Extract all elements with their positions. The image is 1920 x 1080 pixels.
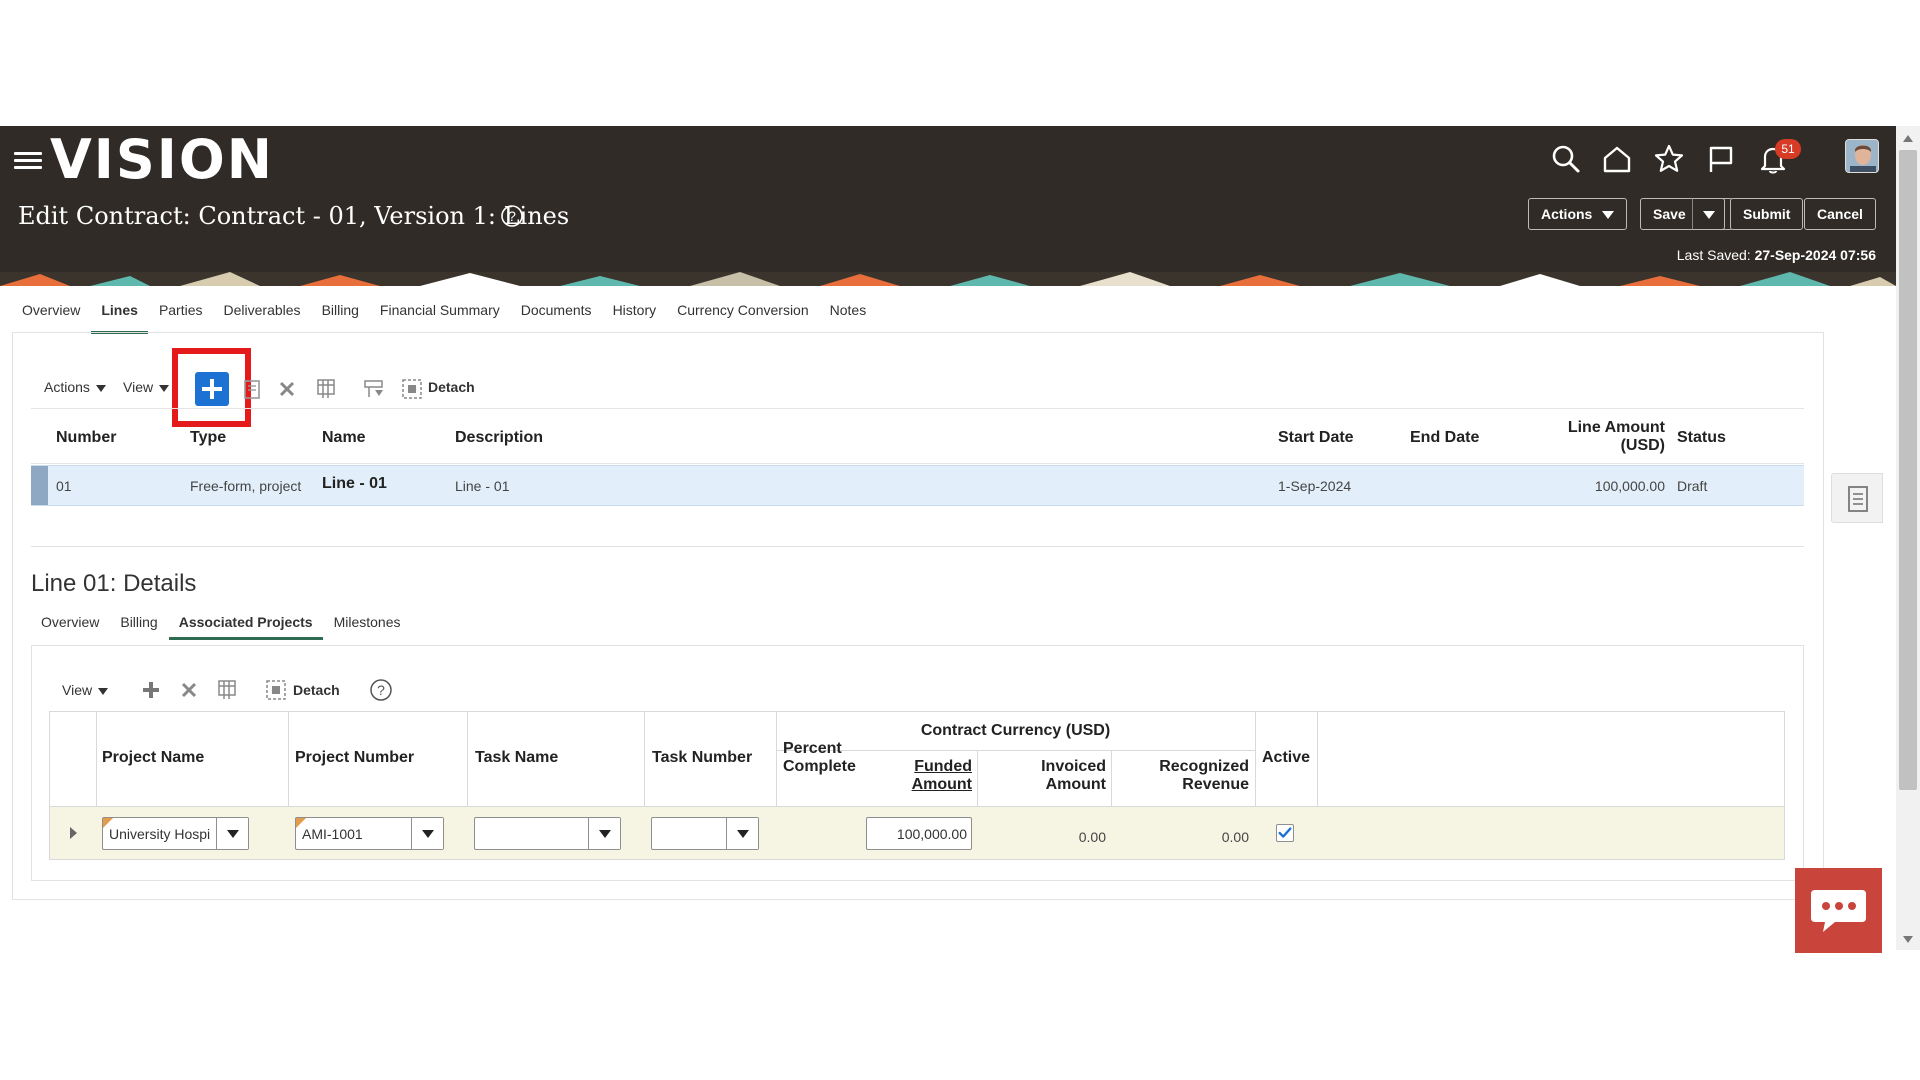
table-row[interactable]: University Hospi AMI-1001 100,000.00 0.0…: [50, 806, 1784, 859]
tab-parties[interactable]: Parties: [159, 300, 203, 330]
help-icon[interactable]: ?: [368, 677, 394, 703]
cell-line-amount: 100,000.00: [1594, 478, 1665, 494]
delete-project-icon[interactable]: [176, 677, 202, 703]
cell-invoiced-amount: 0.00: [1078, 829, 1106, 845]
add-project-icon[interactable]: [138, 677, 164, 703]
scrollbar-thumb[interactable]: [1899, 150, 1917, 790]
save-options-dropdown[interactable]: [1692, 198, 1725, 230]
freeze-columns-icon[interactable]: [214, 677, 240, 703]
col-task-number[interactable]: Task Number: [652, 749, 752, 767]
col-group-contract-currency: Contract Currency (USD): [920, 722, 1111, 739]
last-saved-status: Last Saved: 27-Sep-2024 07:56: [1676, 247, 1876, 263]
tab-billing[interactable]: Billing: [322, 300, 359, 330]
col-invoiced-amount[interactable]: Invoiced Amount: [980, 758, 1106, 794]
tab-history[interactable]: History: [613, 300, 657, 330]
details-tab-associated-projects[interactable]: Associated Projects: [168, 614, 323, 640]
page-title: Edit Contract: Contract - 01, Version 1:…: [18, 202, 570, 230]
cell-start-date: 1-Sep-2024: [1278, 478, 1352, 494]
cell-description: Line - 01: [455, 478, 510, 494]
col-task-name[interactable]: Task Name: [475, 749, 558, 767]
associated-projects-table: Project Name Project Number Task Name Ta…: [49, 711, 1785, 860]
details-tab-overview[interactable]: Overview: [41, 614, 99, 640]
edit-icon[interactable]: [240, 376, 266, 402]
query-by-example-icon[interactable]: [361, 376, 387, 402]
expand-row-icon[interactable]: [70, 827, 77, 839]
cell-recognized-revenue: 0.00: [1221, 829, 1249, 845]
lines-actions-menu[interactable]: Actions: [44, 379, 106, 395]
submit-button[interactable]: Submit: [1730, 198, 1804, 230]
help-icon[interactable]: ?: [500, 204, 524, 228]
cancel-button[interactable]: Cancel: [1804, 198, 1876, 230]
chevron-down-icon[interactable]: [216, 818, 248, 849]
tab-documents[interactable]: Documents: [521, 300, 592, 330]
cell-type: Free-form, project: [190, 478, 302, 494]
chevron-down-icon[interactable]: [726, 818, 758, 849]
details-tab-billing[interactable]: Billing: [120, 614, 157, 640]
col-description[interactable]: Description: [455, 429, 543, 447]
col-start-date[interactable]: Start Date: [1278, 429, 1354, 447]
details-tabs: Overview Billing Associated Projects Mil…: [41, 614, 421, 640]
section-divider: [31, 546, 1804, 547]
status-badge: Draft: [1677, 478, 1708, 494]
col-end-date[interactable]: End Date: [1410, 429, 1479, 447]
side-panel-toggle[interactable]: [1831, 473, 1883, 523]
col-line-amount[interactable]: Line Amount (USD): [1551, 419, 1665, 455]
notifications-badge: 51: [1775, 139, 1801, 159]
freeze-columns-icon[interactable]: [313, 376, 339, 402]
app-logo[interactable]: VISION: [50, 128, 274, 192]
scroll-down-icon[interactable]: [1903, 936, 1913, 943]
col-number[interactable]: Number: [56, 429, 116, 447]
col-name[interactable]: Name: [322, 429, 366, 447]
tab-deliverables[interactable]: Deliverables: [224, 300, 301, 330]
svg-text:?: ?: [508, 208, 516, 224]
scroll-up-icon[interactable]: [1903, 135, 1913, 142]
tab-currency-conversion[interactable]: Currency Conversion: [677, 300, 809, 330]
page-tabs: Overview Lines Parties Deliverables Bill…: [22, 300, 887, 334]
lines-table-header: Number Type Name Description Start Date …: [31, 408, 1804, 464]
cell-number: 01: [56, 478, 72, 494]
tab-notes[interactable]: Notes: [830, 300, 867, 330]
col-recognized-revenue[interactable]: Recognized Revenue: [1114, 758, 1249, 794]
detach-icon[interactable]: [263, 677, 289, 703]
lines-view-menu[interactable]: View: [123, 379, 170, 395]
col-funded-amount[interactable]: Funded Amount: [780, 758, 972, 794]
search-icon[interactable]: [1548, 141, 1584, 177]
detach-icon[interactable]: [399, 376, 425, 402]
projects-detach-button[interactable]: Detach: [293, 682, 340, 698]
home-icon[interactable]: [1599, 141, 1635, 177]
task-name-select[interactable]: [474, 817, 621, 850]
flag-icon[interactable]: [1703, 141, 1739, 177]
projects-view-menu[interactable]: View: [62, 682, 109, 698]
col-active[interactable]: Active: [1262, 749, 1310, 767]
svg-text:?: ?: [377, 682, 385, 698]
project-name-select[interactable]: University Hospi: [102, 817, 249, 850]
chevron-down-icon[interactable]: [588, 818, 620, 849]
col-project-number[interactable]: Project Number: [295, 749, 414, 767]
active-checkbox[interactable]: [1276, 824, 1294, 842]
col-type[interactable]: Type: [190, 429, 226, 447]
user-avatar[interactable]: [1845, 139, 1879, 173]
chevron-down-icon[interactable]: [411, 818, 443, 849]
tab-overview[interactable]: Overview: [22, 300, 80, 330]
table-row[interactable]: 01 Free-form, project Line - 01 Line - 0…: [31, 465, 1804, 506]
chat-button[interactable]: [1795, 868, 1882, 953]
lines-detach-button[interactable]: Detach: [428, 379, 475, 395]
project-number-select[interactable]: AMI-1001: [295, 817, 444, 850]
tab-lines[interactable]: Lines: [91, 300, 148, 334]
funded-amount-input[interactable]: 100,000.00: [866, 817, 972, 850]
task-number-select[interactable]: [651, 817, 759, 850]
col-project-name[interactable]: Project Name: [102, 749, 204, 767]
col-status[interactable]: Status: [1677, 429, 1726, 447]
header-decorative-banner: [0, 272, 1896, 286]
delete-icon[interactable]: [274, 376, 300, 402]
line-name-link[interactable]: Line - 01: [322, 475, 387, 493]
tab-financial-summary[interactable]: Financial Summary: [380, 300, 500, 330]
details-title: Line 01: Details: [31, 570, 197, 597]
menu-icon[interactable]: [14, 148, 42, 172]
details-tab-milestones[interactable]: Milestones: [334, 614, 401, 640]
favorites-star-icon[interactable]: [1651, 141, 1687, 177]
header-actions-button[interactable]: Actions: [1528, 198, 1628, 230]
